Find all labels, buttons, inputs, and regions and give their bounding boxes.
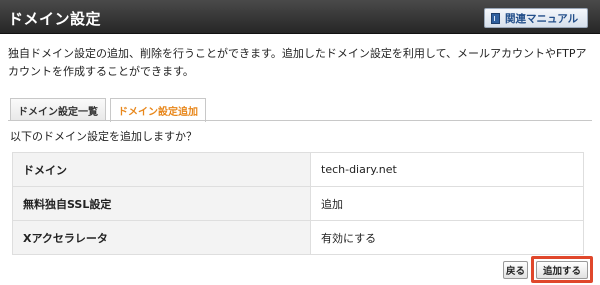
setting-key: 無料独自SSL設定 xyxy=(12,186,311,221)
add-button[interactable]: 追加する xyxy=(536,261,588,279)
tab-domain-list[interactable]: ドメイン設定一覧 xyxy=(10,98,106,121)
table-row: 無料独自SSL設定 追加 xyxy=(12,186,584,221)
related-manual-button[interactable]: 関連マニュアル xyxy=(484,8,588,28)
page-description: 独自ドメイン設定の追加、削除を行うことができます。追加したドメイン設定を利用して… xyxy=(8,47,587,78)
back-button[interactable]: 戻る xyxy=(503,261,528,279)
page-title: ドメイン設定 xyxy=(8,10,102,28)
book-icon xyxy=(491,12,500,24)
related-manual-label: 関連マニュアル xyxy=(505,12,579,25)
tab-divider xyxy=(8,120,592,121)
confirm-message: 以下のドメイン設定を追加しますか？ xyxy=(10,130,197,143)
setting-key: ドメイン xyxy=(12,152,311,187)
setting-value: 有効にする xyxy=(310,220,584,255)
table-row: Xアクセラレータ 有効にする xyxy=(12,220,584,255)
setting-key: Xアクセラレータ xyxy=(12,220,311,255)
settings-table: ドメイン tech-diary.net 無料独自SSL設定 追加 Xアクセラレー… xyxy=(12,152,584,255)
setting-value: tech-diary.net xyxy=(310,152,584,187)
setting-value: 追加 xyxy=(310,186,584,221)
tab-domain-add[interactable]: ドメイン設定追加 xyxy=(110,98,206,122)
page-header: ドメイン設定 関連マニュアル xyxy=(0,0,600,34)
table-row: ドメイン tech-diary.net xyxy=(12,152,584,187)
